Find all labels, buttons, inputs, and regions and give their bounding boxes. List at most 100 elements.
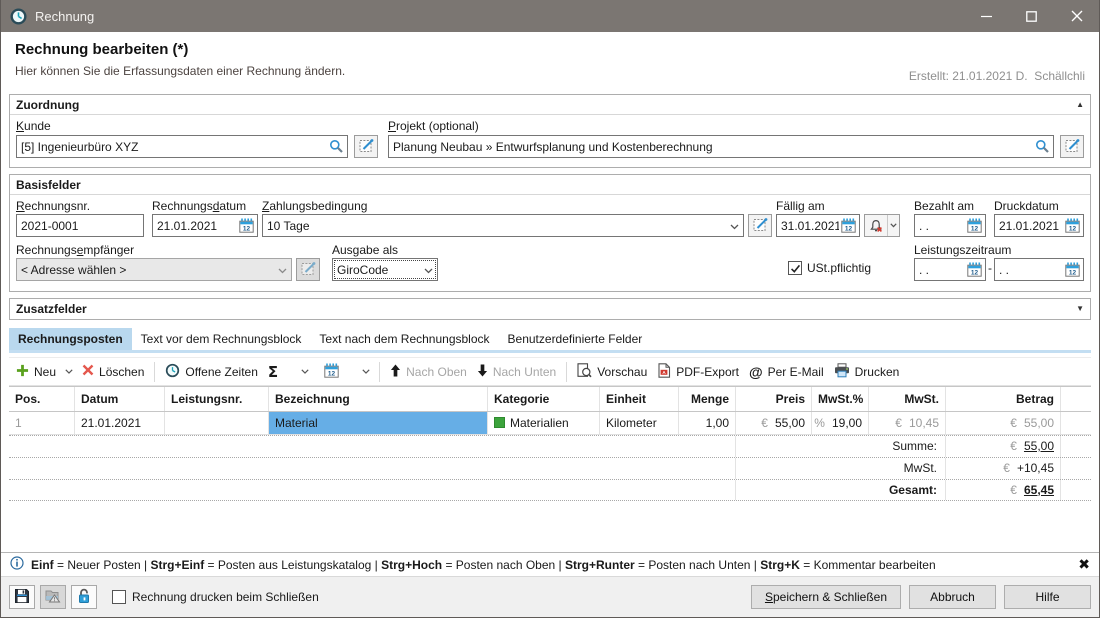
cell-betrag[interactable]: €55,00 — [946, 412, 1061, 434]
rechnungsnr-input[interactable] — [21, 215, 141, 236]
leistungszeitraum-label: Leistungszeitraum — [914, 243, 1011, 257]
nach-unten-button[interactable]: Nach Unten — [472, 362, 561, 382]
kalender-button[interactable]: 12 — [319, 361, 344, 383]
hint-close-icon[interactable]: ✖ — [1078, 558, 1090, 572]
edit-note-icon — [359, 138, 374, 156]
calendar-icon[interactable]: 12 — [965, 261, 983, 279]
rechnungsempfaenger-edit-button — [296, 258, 320, 281]
lock-button[interactable] — [71, 585, 97, 609]
zahlungsbedingung-select[interactable]: 10 Tage — [262, 214, 744, 237]
bezahlt-am-input[interactable] — [919, 215, 965, 236]
projekt-edit-button[interactable] — [1060, 135, 1084, 158]
calendar-icon[interactable]: 12 — [237, 217, 255, 235]
neu-label: Neu — [34, 365, 56, 379]
cell-preis[interactable]: €55,00 — [736, 412, 812, 434]
print-warning-button[interactable] — [40, 585, 66, 609]
summen-button[interactable]: Σ — [263, 361, 283, 383]
col-header-menge[interactable]: Menge — [679, 387, 736, 411]
calendar-icon[interactable]: 12 — [839, 217, 857, 235]
zahlungsbedingung-edit-button[interactable] — [748, 214, 772, 237]
col-header-mwst[interactable]: MwSt. — [869, 387, 946, 411]
print-on-close-checkbox[interactable] — [112, 590, 126, 604]
maximize-button[interactable] — [1009, 0, 1054, 32]
rechnungsnr-field — [16, 214, 144, 237]
delete-x-icon — [82, 364, 94, 379]
col-header-mwst-prozent[interactable]: MwSt.% — [812, 387, 869, 411]
per-email-button[interactable]: @ Per E-Mail — [744, 362, 829, 382]
drucken-button[interactable]: Drucken — [829, 361, 905, 383]
rechnungsnr-label: Rechnungsnr. — [16, 199, 90, 213]
cell-pos[interactable]: 1 — [9, 412, 75, 434]
nach-oben-button[interactable]: Nach Oben — [385, 362, 472, 382]
ust-pflichtig-checkbox[interactable] — [788, 261, 802, 275]
neu-dropdown-arrow[interactable] — [61, 367, 77, 376]
tab-benutzerdefinierte-felder[interactable]: Benutzerdefinierte Felder — [499, 328, 652, 350]
cell-mwst[interactable]: €10,45 — [869, 412, 946, 434]
kunde-edit-button[interactable] — [354, 135, 378, 158]
table-row[interactable]: 1 21.01.2021 Material Materialien Kilome… — [9, 412, 1091, 435]
reminder-bell-icon[interactable] — [865, 215, 888, 236]
search-icon[interactable] — [327, 138, 345, 156]
loeschen-button[interactable]: Löschen — [77, 362, 149, 381]
abbruch-button[interactable]: Abbruch — [909, 585, 996, 609]
neu-button[interactable]: Neu — [11, 362, 61, 382]
pdf-export-button[interactable]: A PDF-Export — [652, 361, 744, 383]
cell-mwst-prozent[interactable]: %19,00 — [812, 412, 869, 434]
leistungszeitraum-to-input[interactable] — [999, 259, 1063, 280]
col-header-bezeichnung[interactable]: Bezeichnung — [269, 387, 488, 411]
calendar-icon[interactable]: 12 — [965, 217, 983, 235]
kunde-input[interactable] — [21, 136, 327, 157]
mwst-value: €+10,45 — [946, 458, 1061, 479]
ausgabe-als-select[interactable]: GiroCode — [332, 258, 438, 281]
col-header-datum[interactable]: Datum — [75, 387, 165, 411]
cell-leistungsnr[interactable] — [165, 412, 269, 434]
summen-dropdown-arrow[interactable] — [297, 367, 313, 376]
cell-kategorie[interactable]: Materialien — [488, 412, 600, 434]
col-header-pos[interactable]: Pos. — [9, 387, 75, 411]
collapse-down-icon[interactable]: ▼ — [1076, 305, 1084, 313]
zahlungsbedingung-value: 10 Tage — [267, 219, 726, 233]
faellig-am-input[interactable] — [781, 215, 839, 236]
gesamt-label: Gesamt: — [736, 480, 946, 500]
tab-rechnungsposten[interactable]: Rechnungsposten — [9, 328, 132, 350]
search-icon[interactable] — [1033, 138, 1051, 156]
cell-filler — [1061, 412, 1091, 434]
close-button[interactable] — [1054, 0, 1099, 32]
kalender-dropdown-arrow[interactable] — [358, 367, 374, 376]
collapse-up-icon[interactable]: ▲ — [1076, 101, 1084, 109]
speichern-schliessen-button[interactable]: Speichern & Schließen — [751, 585, 901, 609]
minimize-button[interactable] — [964, 0, 1009, 32]
cell-datum[interactable]: 21.01.2021 — [75, 412, 165, 434]
calendar-icon[interactable]: 12 — [1063, 217, 1081, 235]
col-header-betrag[interactable]: Betrag — [946, 387, 1061, 411]
save-button[interactable] — [9, 585, 35, 609]
per-email-label: Per E-Mail — [768, 365, 824, 379]
tab-text-vor-rechnungsblock[interactable]: Text vor dem Rechnungsblock — [132, 328, 311, 350]
vorschau-button[interactable]: Vorschau — [572, 361, 652, 383]
druckdatum-field: 12 — [994, 214, 1084, 237]
cell-einheit[interactable]: Kilometer — [600, 412, 679, 434]
col-header-einheit[interactable]: Einheit — [600, 387, 679, 411]
cell-bezeichnung-selected[interactable]: Material — [269, 412, 488, 434]
at-icon: @ — [749, 364, 763, 380]
cell-menge[interactable]: 1,00 — [679, 412, 736, 434]
calendar-icon[interactable]: 12 — [1063, 261, 1081, 279]
chevron-down-icon — [730, 219, 739, 233]
offene-zeiten-button[interactable]: Offene Zeiten — [160, 361, 263, 383]
col-header-kategorie[interactable]: Kategorie — [488, 387, 600, 411]
chevron-down-icon[interactable] — [888, 215, 899, 236]
hilfe-button[interactable]: Hilfe — [1004, 585, 1091, 609]
tab-text-nach-rechnungsblock[interactable]: Text nach dem Rechnungsblock — [310, 328, 498, 350]
nach-unten-label: Nach Unten — [493, 365, 556, 379]
projekt-input[interactable] — [393, 136, 1033, 157]
pdf-export-label: PDF-Export — [676, 365, 739, 379]
leistungszeitraum-from-input[interactable] — [919, 259, 965, 280]
col-header-leistungsnr[interactable]: Leistungsnr. — [165, 387, 269, 411]
col-header-preis[interactable]: Preis — [736, 387, 812, 411]
chevron-down-icon — [424, 263, 433, 277]
reminder-split-button[interactable] — [864, 214, 900, 237]
ausgabe-als-value: GiroCode — [337, 263, 420, 277]
rechnungsdatum-input[interactable] — [157, 215, 237, 236]
druckdatum-input[interactable] — [999, 215, 1063, 236]
preview-icon — [577, 363, 592, 381]
